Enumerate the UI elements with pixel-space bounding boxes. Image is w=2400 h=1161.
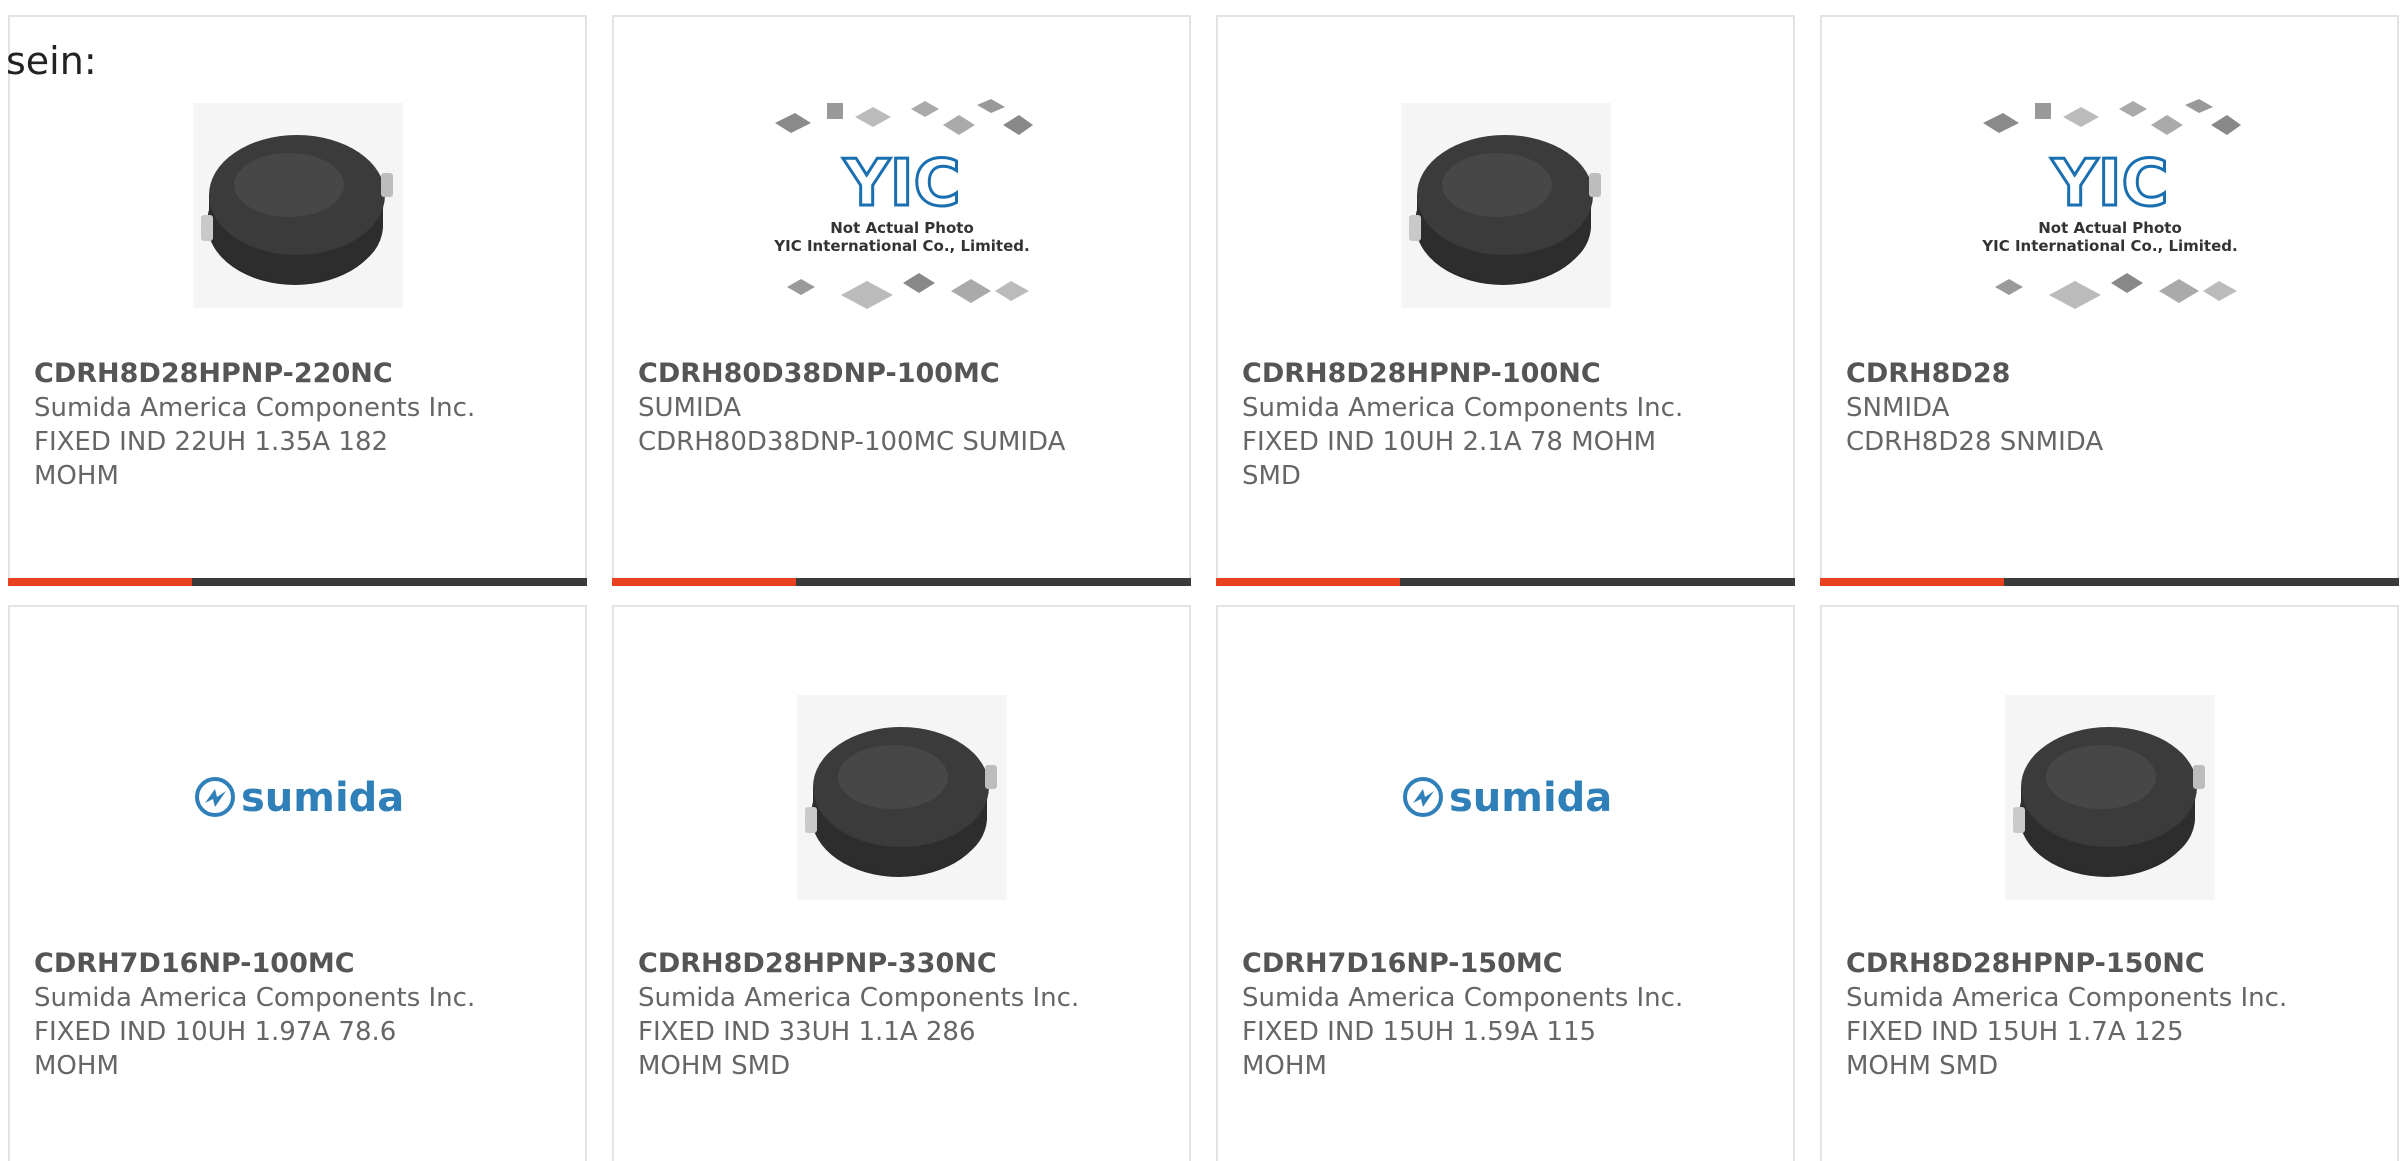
placeholder-line1: Not Actual Photo [830, 219, 974, 237]
yic-placeholder-icon: YIC Not Actual Photo YIC International C… [773, 99, 1033, 309]
card-bottom-bar [1216, 578, 1795, 586]
part-number[interactable]: CDRH7D16NP-150MC [1242, 947, 1769, 981]
product-card[interactable]: sumida CDRH7D16NP-150MC Sumida America C… [1216, 605, 1795, 1161]
product-card[interactable]: CDRH8D28HPNP-100NC Sumida America Compon… [1216, 15, 1795, 586]
product-image[interactable] [1218, 85, 1793, 325]
part-number[interactable]: CDRH7D16NP-100MC [34, 947, 561, 981]
manufacturer: Sumida America Components Inc. [1242, 983, 1684, 1013]
product-image[interactable]: YIC Not Actual Photo YIC International C… [1822, 85, 2397, 325]
card-bottom-bar [1820, 578, 2399, 586]
manufacturer: SNMIDA [1846, 393, 1950, 423]
placeholder-line1: Not Actual Photo [2038, 219, 2182, 237]
part-number[interactable]: CDRH8D28HPNP-220NC [34, 357, 561, 391]
inductor-photo-icon [796, 694, 1007, 900]
part-number[interactable]: CDRH8D28HPNP-100NC [1242, 357, 1769, 391]
part-number[interactable]: CDRH8D28HPNP-330NC [638, 947, 1165, 981]
yic-logo-text: YIC [2050, 147, 2168, 221]
part-number[interactable]: CDRH8D28 [1846, 357, 2373, 391]
sumida-logo-text: sumida [1449, 775, 1611, 821]
inductor-photo-icon [192, 102, 403, 308]
accent-bar [612, 578, 796, 586]
product-image[interactable]: sumida [1218, 677, 1793, 917]
manufacturer: SUMIDA [638, 393, 741, 423]
description: FIXED IND 33UH 1.1A 286 MOHM SMD [638, 1017, 976, 1081]
product-card[interactable]: CDRH8D28HPNP-150NC Sumida America Compon… [1820, 605, 2399, 1161]
sumida-logo-text: sumida [241, 775, 403, 821]
manufacturer: Sumida America Components Inc. [34, 393, 476, 423]
product-image[interactable] [614, 677, 1189, 917]
inductor-photo-icon [1400, 102, 1611, 308]
product-image[interactable]: YIC Not Actual Photo YIC International C… [614, 85, 1189, 325]
product-card[interactable]: CDRH8D28HPNP-330NC Sumida America Compon… [612, 605, 1191, 1161]
manufacturer: Sumida America Components Inc. [1846, 983, 2288, 1013]
description: FIXED IND 15UH 1.7A 125 MOHM SMD [1846, 1017, 2184, 1081]
accent-bar [1820, 578, 2004, 586]
card-bottom-bar [612, 578, 1191, 586]
manufacturer: Sumida America Components Inc. [34, 983, 476, 1013]
description: FIXED IND 10UH 1.97A 78.6 MOHM [34, 1017, 397, 1081]
product-card[interactable]: YIC Not Actual Photo YIC International C… [612, 15, 1191, 586]
product-image[interactable] [1822, 677, 2397, 917]
accent-bar [1216, 578, 1400, 586]
description: CDRH8D28 SNMIDA [1846, 427, 2104, 457]
description: CDRH80D38DNP-100MC SUMIDA [638, 427, 1066, 457]
sumida-logo-icon: sumida [1402, 775, 1611, 821]
part-number[interactable]: CDRH8D28HPNP-150NC [1846, 947, 2373, 981]
description: FIXED IND 22UH 1.35A 182 MOHM [34, 427, 389, 491]
sumida-logo-icon: sumida [194, 775, 403, 821]
yic-logo-text: YIC [842, 147, 960, 221]
inductor-photo-icon [2004, 694, 2215, 900]
product-card[interactable]: CDRH8D28HPNP-220NC Sumida America Compon… [8, 15, 587, 586]
part-number[interactable]: CDRH80D38DNP-100MC [638, 357, 1165, 391]
manufacturer: Sumida America Components Inc. [638, 983, 1080, 1013]
placeholder-line2: YIC International Co., Limited. [1981, 237, 2237, 255]
manufacturer: Sumida America Components Inc. [1242, 393, 1684, 423]
placeholder-line2: YIC International Co., Limited. [773, 237, 1029, 255]
product-grid-page: sein: CDRH8D28HPNP-220NC Sumida America … [0, 0, 2400, 1161]
card-bottom-bar [8, 578, 587, 586]
accent-bar [8, 578, 192, 586]
description: FIXED IND 15UH 1.59A 115 MOHM [1242, 1017, 1597, 1081]
product-card[interactable]: YIC Not Actual Photo YIC International C… [1820, 15, 2399, 586]
yic-placeholder-icon: YIC Not Actual Photo YIC International C… [1981, 99, 2241, 309]
intro-label: sein: [6, 39, 97, 83]
product-card[interactable]: sumida CDRH7D16NP-100MC Sumida America C… [8, 605, 587, 1161]
description: FIXED IND 10UH 2.1A 78 MOHM SMD [1242, 427, 1657, 491]
product-image[interactable] [10, 85, 585, 325]
product-image[interactable]: sumida [10, 677, 585, 917]
